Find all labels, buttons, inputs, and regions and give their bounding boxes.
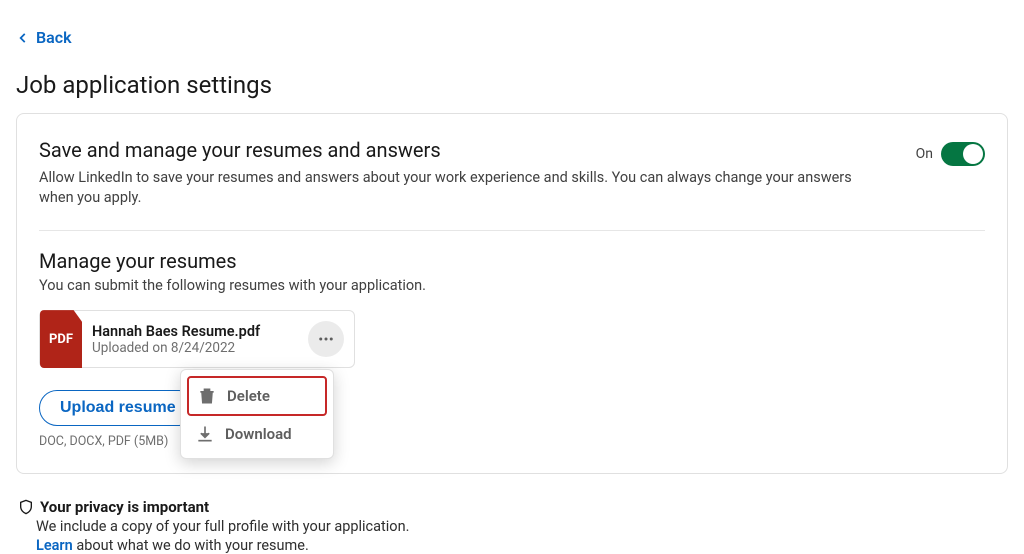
save-section-desc: Allow LinkedIn to save your resumes and … [39, 168, 869, 209]
upload-resume-button[interactable]: Upload resume [39, 390, 197, 426]
privacy-title: Your privacy is important [40, 498, 209, 516]
back-button[interactable]: Back [16, 28, 72, 47]
toggle-state-label: On [916, 146, 933, 162]
pdf-badge: PDF [40, 310, 82, 368]
page-title: Job application settings [16, 71, 1008, 99]
privacy-learn-link[interactable]: Learn [36, 537, 73, 554]
save-section-title: Save and manage your resumes and answers [39, 138, 869, 162]
dropdown-delete-label: Delete [227, 387, 270, 405]
manage-section-desc: You can submit the following resumes wit… [39, 277, 985, 294]
resume-more-button[interactable] [308, 321, 344, 357]
dropdown-delete[interactable]: Delete [187, 376, 327, 416]
settings-card: Save and manage your resumes and answers… [16, 113, 1008, 475]
privacy-section: Your privacy is important We include a c… [16, 498, 1008, 554]
save-toggle[interactable] [941, 142, 985, 166]
trash-icon [197, 386, 217, 406]
shield-icon [18, 499, 34, 515]
back-label: Back [36, 28, 72, 47]
privacy-line1: We include a copy of your full profile w… [36, 518, 1008, 535]
divider [39, 230, 985, 231]
download-icon [195, 424, 215, 444]
more-icon [317, 330, 335, 348]
resume-dropdown: Delete Download [180, 369, 334, 459]
chevron-left-icon [16, 31, 30, 45]
resume-file-meta: Uploaded on 8/24/2022 [92, 340, 298, 356]
dropdown-download-label: Download [225, 425, 292, 443]
privacy-line2-rest: about what we do with your resume. [73, 537, 309, 554]
dropdown-download[interactable]: Download [187, 416, 327, 452]
resume-file-name: Hannah Baes Resume.pdf [92, 323, 298, 340]
toggle-knob [963, 144, 983, 164]
resume-item: PDF Hannah Baes Resume.pdf Uploaded on 8… [39, 310, 355, 368]
manage-section-title: Manage your resumes [39, 249, 985, 273]
